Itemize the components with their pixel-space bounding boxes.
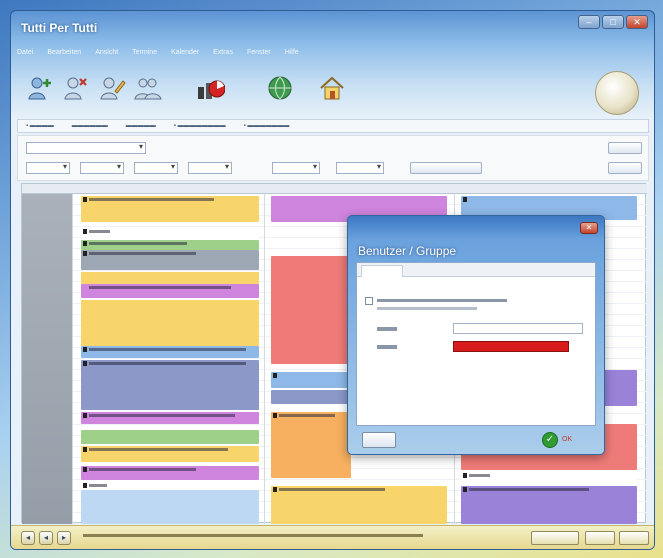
menu-calendar[interactable]: Kalender: [171, 49, 199, 63]
event[interactable]: [271, 390, 351, 404]
group-select[interactable]: [134, 162, 178, 174]
day-header-3[interactable]: [454, 184, 647, 194]
tab-resources[interactable]: ▪ ▬▬▬▬▬▬▬▬: [174, 123, 226, 129]
menu-appointments[interactable]: Termine: [132, 49, 157, 63]
color-label: [377, 345, 397, 349]
user-group-dialog: ✕ Benutzer / Gruppe ✓ OK: [347, 215, 605, 455]
event[interactable]: [81, 466, 259, 480]
toolbar: [17, 71, 647, 115]
menu-file[interactable]: Datei: [17, 49, 33, 63]
dialog-tab-general[interactable]: [361, 265, 403, 277]
dialog-body: [356, 262, 596, 426]
event[interactable]: [81, 240, 259, 250]
view-tabs: ▪ ▬▬▬▬ ▬▬▬▬▬▬ ▬▬▬▬▬ ▪ ▬▬▬▬▬▬▬▬ ▪ ▬▬▬▬▬▬▬: [17, 119, 649, 133]
filter-bar: [17, 135, 649, 181]
event[interactable]: [81, 300, 259, 346]
event[interactable]: [271, 256, 351, 364]
nav-first-button[interactable]: ◂: [21, 531, 35, 545]
home-icon[interactable]: [317, 73, 347, 103]
event[interactable]: [81, 412, 259, 424]
from-select[interactable]: [26, 162, 70, 174]
time-column-header: [22, 184, 72, 194]
event[interactable]: [81, 360, 259, 410]
option-hint: [377, 307, 477, 310]
user-remove-icon[interactable]: [61, 73, 91, 103]
event[interactable]: [271, 372, 351, 388]
user-edit-icon[interactable]: [97, 73, 127, 103]
chart-icon[interactable]: [195, 73, 226, 103]
menu-window[interactable]: Fenster: [247, 49, 271, 63]
calendar-select[interactable]: [26, 142, 146, 154]
tab-week[interactable]: ▬▬▬▬▬▬: [72, 123, 108, 129]
event[interactable]: [81, 346, 259, 358]
dialog-tab-members[interactable]: [407, 265, 467, 277]
option-label: [377, 299, 507, 302]
status-text: [83, 534, 423, 537]
menu-help[interactable]: Hilfe: [285, 49, 299, 63]
event[interactable]: [81, 196, 259, 222]
name-field[interactable]: [453, 323, 583, 334]
ok-label[interactable]: OK: [562, 436, 572, 443]
time-column: [22, 194, 72, 524]
event[interactable]: [81, 446, 259, 462]
user-group-icon[interactable]: [133, 73, 163, 103]
menu-extras[interactable]: Extras: [213, 49, 233, 63]
nav-next-button[interactable]: ▸: [57, 531, 71, 545]
app-window: Tutti Per Tutti – □ ✕ Datei Bearbeiten A…: [10, 10, 655, 550]
nav-prev-button[interactable]: ◂: [39, 531, 53, 545]
event[interactable]: [271, 486, 447, 524]
tab-day[interactable]: ▪ ▬▬▬▬: [26, 123, 54, 129]
dialog-close-button[interactable]: ✕: [580, 222, 598, 234]
event[interactable]: [81, 228, 259, 238]
menu-bar: Datei Bearbeiten Ansicht Termine Kalende…: [17, 49, 299, 63]
date-to-select[interactable]: [336, 162, 384, 174]
event[interactable]: [81, 272, 259, 284]
user-plus-icon[interactable]: [25, 73, 55, 103]
menu-view[interactable]: Ansicht: [95, 49, 118, 63]
maximize-button[interactable]: □: [602, 15, 624, 29]
day-header-2[interactable]: [264, 184, 454, 194]
logo: [595, 71, 639, 115]
event[interactable]: [81, 490, 259, 524]
event[interactable]: [271, 412, 351, 478]
menu-edit[interactable]: Bearbeiten: [47, 49, 81, 63]
apply-button[interactable]: [410, 162, 482, 174]
refresh-button[interactable]: [608, 142, 642, 154]
dialog-tabs: [357, 263, 595, 277]
status-button-1[interactable]: [531, 531, 579, 545]
globe-icon[interactable]: [265, 73, 295, 103]
tab-list[interactable]: ▪ ▬▬▬▬▬▬▬: [244, 123, 290, 129]
event[interactable]: [81, 250, 259, 270]
event[interactable]: [81, 430, 259, 444]
tab-month[interactable]: ▬▬▬▬▬: [126, 123, 156, 129]
date-from-select[interactable]: [272, 162, 320, 174]
color-field[interactable]: [453, 341, 569, 352]
user-select[interactable]: [188, 162, 232, 174]
minimize-button[interactable]: –: [578, 15, 600, 29]
help-button[interactable]: [362, 432, 396, 448]
status-button-2[interactable]: [585, 531, 615, 545]
dialog-title: Benutzer / Gruppe: [358, 244, 457, 258]
day-column-1[interactable]: [72, 194, 264, 524]
event[interactable]: [461, 472, 637, 482]
event[interactable]: [81, 482, 259, 490]
status-bar: ◂ ◂ ▸: [11, 525, 654, 549]
status-button-3[interactable]: [619, 531, 649, 545]
app-title: Tutti Per Tutti: [21, 21, 98, 35]
event[interactable]: [461, 486, 637, 524]
name-label: [377, 327, 397, 331]
close-button[interactable]: ✕: [626, 15, 648, 29]
print-button[interactable]: [608, 162, 642, 174]
title-bar[interactable]: Tutti Per Tutti – □ ✕: [11, 11, 654, 41]
event[interactable]: [81, 284, 259, 298]
option-checkbox[interactable]: [365, 297, 373, 305]
day-header-1[interactable]: [72, 184, 264, 194]
to-select[interactable]: [80, 162, 124, 174]
ok-check-icon[interactable]: ✓: [542, 432, 558, 448]
